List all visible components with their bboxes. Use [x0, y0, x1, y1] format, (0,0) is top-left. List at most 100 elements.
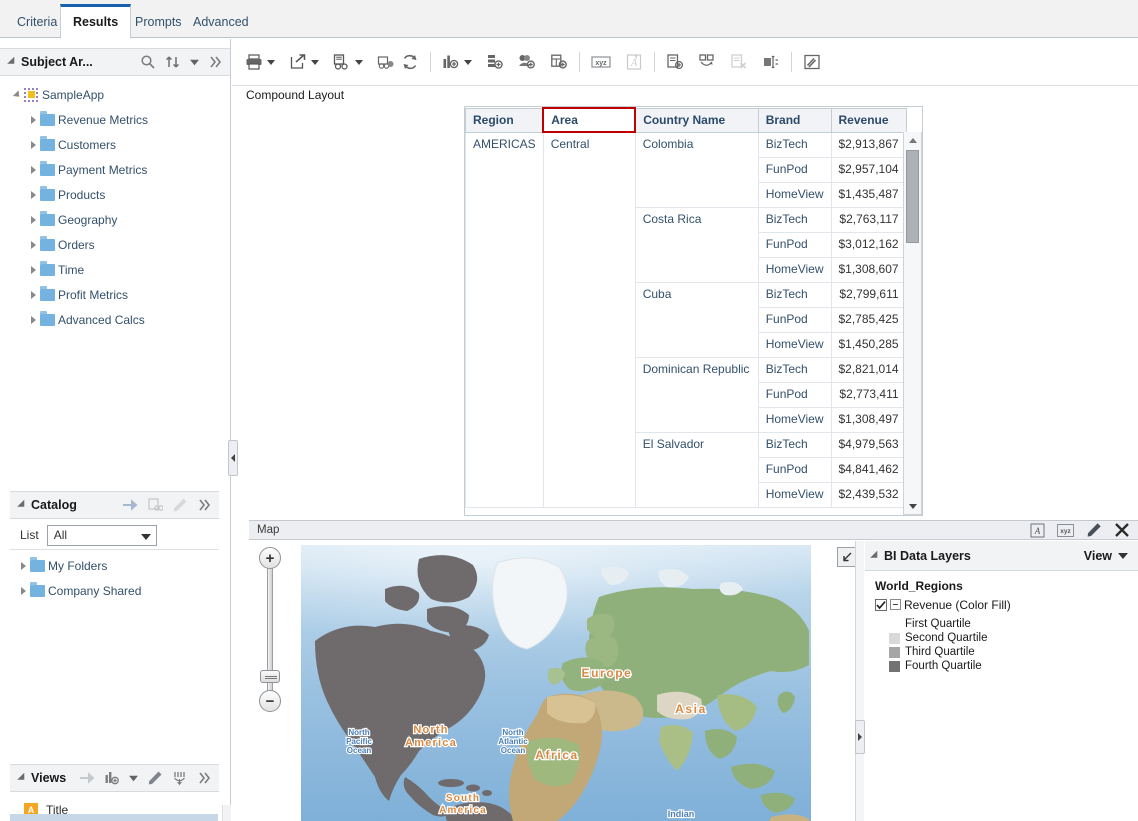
search-icon[interactable]	[140, 54, 156, 70]
expand-arrow[interactable]	[26, 265, 40, 274]
expand-arrow[interactable]	[26, 315, 40, 324]
cell-revenue[interactable]: $1,308,607	[830, 256, 907, 283]
cell-revenue[interactable]: $2,957,104	[830, 156, 907, 183]
edit-sql-button[interactable]	[800, 49, 824, 75]
duplicate-layout-button[interactable]	[695, 49, 719, 75]
cell-brand[interactable]: FunPod	[757, 306, 832, 333]
bi-view-menu[interactable]: View	[1084, 549, 1128, 563]
open-arrow-icon[interactable]	[79, 770, 95, 786]
cell-brand[interactable]: FunPod	[757, 156, 832, 183]
map-horizontal-splitter[interactable]	[855, 541, 865, 821]
more-icon[interactable]	[197, 497, 213, 513]
cell-country[interactable]: Colombia	[634, 131, 759, 208]
edit-agent-button[interactable]	[374, 49, 398, 75]
chevron-down-icon[interactable]	[129, 774, 138, 783]
map-zoom-control[interactable]: + −	[259, 547, 283, 712]
layer-expand-toggle[interactable]	[890, 599, 901, 610]
expand-arrow[interactable]	[26, 240, 40, 249]
cell-revenue[interactable]: $1,308,497	[830, 406, 907, 433]
cell-brand[interactable]: BizTech	[757, 431, 832, 458]
cell-region[interactable]: AMERICAS	[465, 131, 544, 508]
xyz-button[interactable]: xyz	[588, 49, 614, 75]
expand-arrow[interactable]	[26, 140, 40, 149]
expand-arrow[interactable]	[26, 215, 40, 224]
delete-layout-button[interactable]	[727, 49, 751, 75]
cell-country[interactable]: Cuba	[634, 281, 759, 358]
cell-brand[interactable]: BizTech	[757, 356, 832, 383]
table-vertical-scrollbar[interactable]	[903, 132, 922, 515]
catalog-item-company-shared[interactable]: Company Shared	[10, 578, 219, 603]
expand-arrow[interactable]	[26, 165, 40, 174]
tree-node-geography[interactable]: Geography	[0, 207, 230, 232]
tree-node-orders[interactable]: Orders	[0, 232, 230, 257]
export-button[interactable]	[286, 49, 322, 75]
map-restore-button[interactable]	[837, 547, 857, 567]
cell-brand[interactable]: HomeView	[757, 181, 832, 208]
expand-arrow[interactable]	[10, 89, 24, 100]
column-header-country-name[interactable]: Country Name	[634, 107, 759, 133]
add-calc-item-button[interactable]	[547, 49, 571, 75]
catalog-item-my-folders[interactable]: My Folders	[10, 553, 219, 578]
scrollbar-thumb[interactable]	[906, 150, 919, 243]
add-layout-button[interactable]	[663, 49, 687, 75]
column-header-revenue[interactable]: Revenue	[830, 107, 907, 133]
zoom-in-button[interactable]: +	[259, 547, 281, 569]
map-canvas[interactable]: North Pacific Ocean North Atlantic Ocean…	[301, 545, 811, 821]
more-icon[interactable]	[197, 770, 213, 786]
catalog-list-select[interactable]: All	[46, 524, 157, 546]
cell-revenue[interactable]: $2,773,411	[830, 381, 907, 408]
remove-view-icon[interactable]	[172, 770, 188, 786]
sidebar-scroll-stub[interactable]	[222, 805, 231, 821]
expand-arrow[interactable]	[26, 290, 40, 299]
tab-advanced[interactable]: Advanced	[180, 6, 262, 38]
cell-revenue[interactable]: $4,841,462	[830, 456, 907, 483]
views-collapse-twisty[interactable]	[17, 772, 28, 784]
more-icon[interactable]	[208, 54, 224, 70]
cell-revenue[interactable]: $1,450,285	[830, 331, 907, 358]
tree-node-advanced-calcs[interactable]: Advanced Calcs	[0, 307, 230, 332]
zoom-slider-thumb[interactable]	[260, 670, 280, 683]
zoom-out-button[interactable]: −	[259, 690, 281, 712]
cell-revenue[interactable]: $2,821,014	[830, 356, 907, 383]
cell-brand[interactable]: HomeView	[757, 256, 832, 283]
cell-brand[interactable]: HomeView	[757, 331, 832, 358]
tree-node-time[interactable]: Time	[0, 257, 230, 282]
tree-node-revenue-metrics[interactable]: Revenue Metrics	[0, 107, 230, 132]
open-arrow-icon[interactable]	[122, 497, 138, 513]
cell-brand[interactable]: FunPod	[757, 456, 832, 483]
tree-node-customers[interactable]: Customers	[0, 132, 230, 157]
add-group-button[interactable]	[515, 49, 539, 75]
chevron-down-icon[interactable]	[190, 58, 199, 67]
cell-brand[interactable]: FunPod	[757, 381, 832, 408]
add-column-button[interactable]	[483, 49, 507, 75]
scroll-down-button[interactable]	[904, 498, 921, 514]
cell-area[interactable]: Central	[542, 131, 636, 508]
edit-icon[interactable]	[1086, 522, 1102, 538]
cell-revenue[interactable]: $2,439,532	[830, 481, 907, 508]
cell-revenue[interactable]: $2,799,611	[830, 281, 907, 308]
edit-pencil-icon[interactable]	[172, 497, 188, 513]
cell-brand[interactable]: HomeView	[757, 481, 832, 508]
cell-revenue[interactable]: $2,913,867	[830, 131, 907, 158]
catalog-properties-icon[interactable]	[147, 497, 163, 513]
cell-revenue[interactable]: $3,012,162	[830, 231, 907, 258]
cell-brand[interactable]: BizTech	[757, 206, 832, 233]
tree-node-profit-metrics[interactable]: Profit Metrics	[0, 282, 230, 307]
cell-revenue[interactable]: $2,785,425	[830, 306, 907, 333]
column-header-area[interactable]: Area	[542, 107, 637, 133]
new-view-button[interactable]	[439, 49, 475, 75]
new-view-icon[interactable]	[104, 770, 120, 786]
rename-layout-button[interactable]	[759, 49, 783, 75]
tab-results[interactable]: Results	[60, 4, 132, 39]
expand-arrow[interactable]	[26, 190, 40, 199]
cell-revenue[interactable]: $4,979,563	[830, 431, 907, 458]
print-button[interactable]	[242, 49, 278, 75]
close-icon[interactable]	[1114, 522, 1130, 538]
cell-brand[interactable]: BizTech	[757, 281, 832, 308]
subject-areas-collapse-twisty[interactable]	[7, 56, 18, 68]
format-button[interactable]: A	[622, 49, 646, 75]
scroll-up-button[interactable]	[904, 132, 921, 148]
refresh-button[interactable]	[398, 49, 422, 75]
tree-node-payment-metrics[interactable]: Payment Metrics	[0, 157, 230, 182]
cell-brand[interactable]: HomeView	[757, 406, 832, 433]
